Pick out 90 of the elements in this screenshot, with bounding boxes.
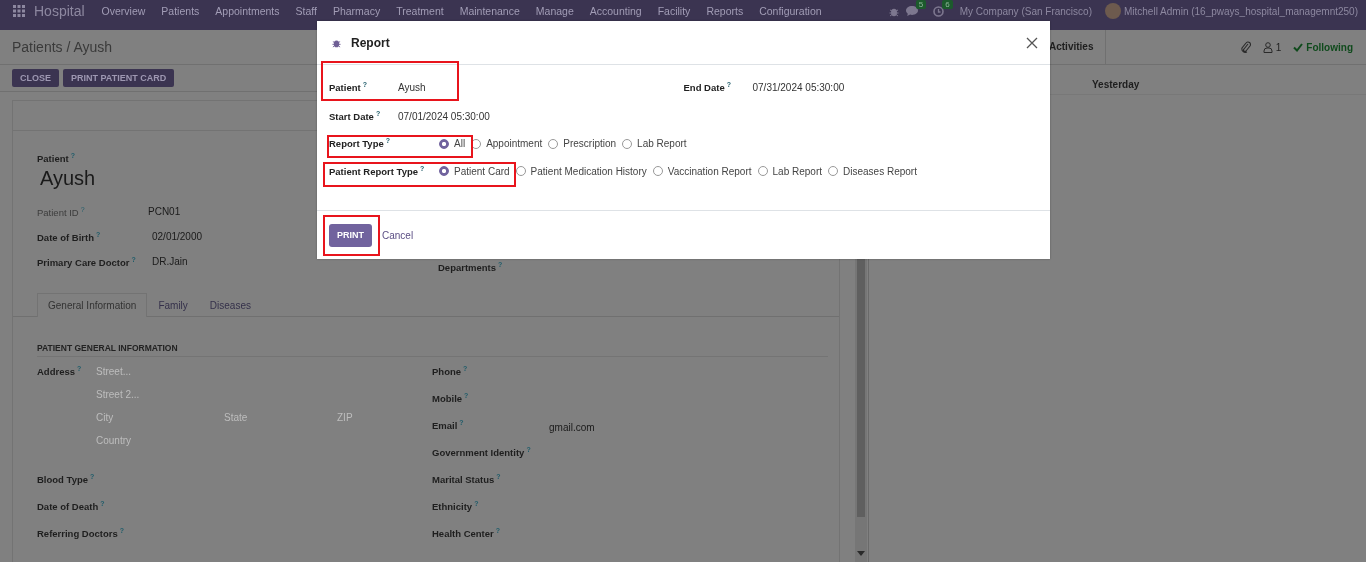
clock-icon[interactable] <box>933 5 945 17</box>
section-heading: PATIENT GENERAL INFORMATION <box>37 343 828 358</box>
menu-item[interactable]: Staff <box>295 5 317 17</box>
field-label: Email <box>432 420 458 432</box>
field-value[interactable]: gmail.com <box>549 419 595 434</box>
radio-option[interactable]: Diseases Report <box>828 165 917 177</box>
menu-item[interactable]: Manage <box>535 5 574 17</box>
activity-count-badge: 6 <box>942 0 953 9</box>
radio-button[interactable] <box>622 138 633 149</box>
menu-item[interactable]: Patients <box>161 5 200 17</box>
app-name[interactable]: Hospital <box>34 3 85 19</box>
field-label: Health Center <box>432 528 494 540</box>
following-button[interactable]: Following <box>1293 41 1353 53</box>
radio-option[interactable]: All <box>439 138 466 149</box>
start-date-field[interactable]: 07/01/2024 05:30:00 <box>398 111 490 122</box>
field-label: Date of Death <box>37 501 99 513</box>
field-label: Patient <box>37 153 69 165</box>
menu-item[interactable]: Pharmacy <box>332 5 381 17</box>
user-avatar[interactable] <box>1104 3 1121 19</box>
scroll-down-arrow-icon[interactable] <box>857 551 865 556</box>
menu-item[interactable]: Facility <box>657 5 691 17</box>
radio-button[interactable] <box>471 138 482 149</box>
menu-item[interactable]: Reports <box>706 5 744 17</box>
field-label: Date of Birth <box>37 231 94 243</box>
radio-option[interactable]: Lab Report <box>622 138 687 149</box>
menu-item[interactable]: Accounting <box>589 5 642 17</box>
radio-button[interactable] <box>439 138 449 149</box>
radio-button[interactable] <box>548 138 559 149</box>
field-label: Phone <box>432 366 462 378</box>
field-label: Referring Doctors <box>37 528 118 540</box>
close-icon[interactable] <box>1026 36 1038 49</box>
dialog-title: Report <box>351 35 390 50</box>
field-label: Blood Type <box>37 474 89 486</box>
radio-button[interactable] <box>652 166 663 176</box>
follower-count: 1 <box>1275 41 1282 53</box>
person-icon <box>1262 41 1273 53</box>
radio-button[interactable] <box>757 166 768 176</box>
radio-option[interactable]: Patient Medication History <box>515 165 647 177</box>
print-button[interactable]: PRINT <box>329 223 372 247</box>
field-value[interactable]: 02/01/2000 <box>148 231 203 243</box>
radio-option[interactable]: Lab Report <box>757 165 822 177</box>
menu-item[interactable]: Appointments <box>215 5 280 17</box>
radio-option[interactable]: Vaccination Report <box>652 165 752 177</box>
followers-button[interactable]: 1 <box>1262 41 1282 53</box>
field-label: Report Type <box>329 138 384 150</box>
radio-button[interactable] <box>515 166 526 176</box>
tab[interactable]: General Information <box>37 293 148 318</box>
following-label: Following <box>1306 41 1353 53</box>
field-value[interactable]: DR.Jain <box>148 256 188 268</box>
radio-button[interactable] <box>828 166 838 176</box>
field-label: Ethnicity <box>432 501 473 513</box>
field-label: Mobile <box>432 393 463 405</box>
breadcrumb[interactable]: Patients / Ayush <box>12 39 113 55</box>
field-label: End Date <box>683 82 725 94</box>
end-date-field[interactable]: 07/31/2024 05:30:00 <box>752 82 845 93</box>
cancel-button[interactable]: Cancel <box>382 229 414 241</box>
chat-icon[interactable] <box>905 6 918 16</box>
field-label: Government Identity <box>432 447 525 459</box>
menu-item[interactable]: Treatment <box>396 5 444 17</box>
radio-option[interactable]: Appointment <box>471 138 543 149</box>
field-label: Departments <box>438 262 497 274</box>
field-label: Primary Care Doctor <box>37 256 130 268</box>
date-separator: Yesterday <box>1092 79 1140 90</box>
check-icon <box>1293 42 1304 52</box>
field-value[interactable]: PCN01 <box>148 206 181 218</box>
highlight-frame <box>323 215 380 256</box>
menu-item[interactable]: Configuration <box>759 5 822 17</box>
action-button[interactable]: PRINT PATIENT CARD <box>63 69 175 87</box>
radio-option[interactable]: Prescription <box>548 138 617 149</box>
radio-option[interactable]: Patient Card <box>439 165 510 177</box>
paperclip-icon[interactable] <box>1240 41 1251 53</box>
field-label: Patient Report Type <box>329 166 419 178</box>
menu-item[interactable]: Overview <box>101 5 146 17</box>
field-label: Patient ID <box>37 206 79 218</box>
tab[interactable]: Diseases <box>198 293 262 318</box>
bug-icon <box>332 37 341 48</box>
patient-name: Ayush <box>40 167 96 191</box>
field-label: Start Date <box>329 111 374 123</box>
company-name[interactable]: My Company (San Francisco) <box>959 5 1092 17</box>
field-label: Patient <box>329 82 361 94</box>
apps-menu-icon[interactable] <box>13 5 25 17</box>
user-name[interactable]: Mitchell Admin (16_pways_hospital_managemnt250) <box>1123 5 1358 17</box>
message-count-badge: 5 <box>915 0 927 9</box>
tab[interactable]: Family <box>147 293 199 318</box>
patient-field[interactable]: Ayush <box>398 82 426 93</box>
radio-button[interactable] <box>439 166 449 176</box>
action-button[interactable]: CLOSE <box>12 69 59 87</box>
menu-item[interactable]: Maintenance <box>459 5 520 17</box>
field-label: Marital Status <box>432 474 495 486</box>
field-label: Address <box>37 366 75 378</box>
